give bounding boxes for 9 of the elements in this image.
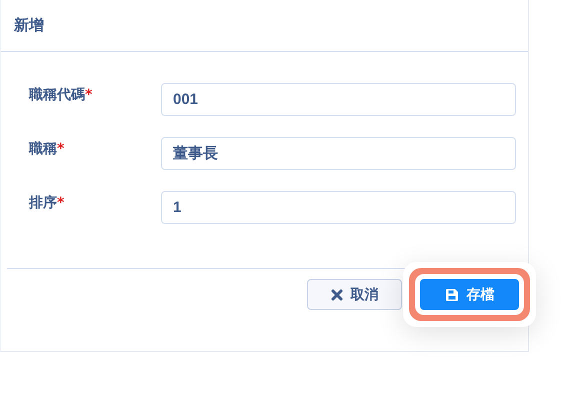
close-icon xyxy=(330,288,342,300)
field-label: 職稱* xyxy=(28,140,66,158)
input-field[interactable]: 001 xyxy=(161,82,516,116)
dialog-title: 新增 xyxy=(14,16,44,35)
input-field[interactable]: 1 xyxy=(161,190,516,224)
field-label: 職稱代碼* xyxy=(28,86,94,104)
field-label: 排序* xyxy=(28,194,66,212)
input-field[interactable]: 董事長 xyxy=(161,136,516,170)
cancel-button[interactable]: 取消 xyxy=(307,279,402,310)
